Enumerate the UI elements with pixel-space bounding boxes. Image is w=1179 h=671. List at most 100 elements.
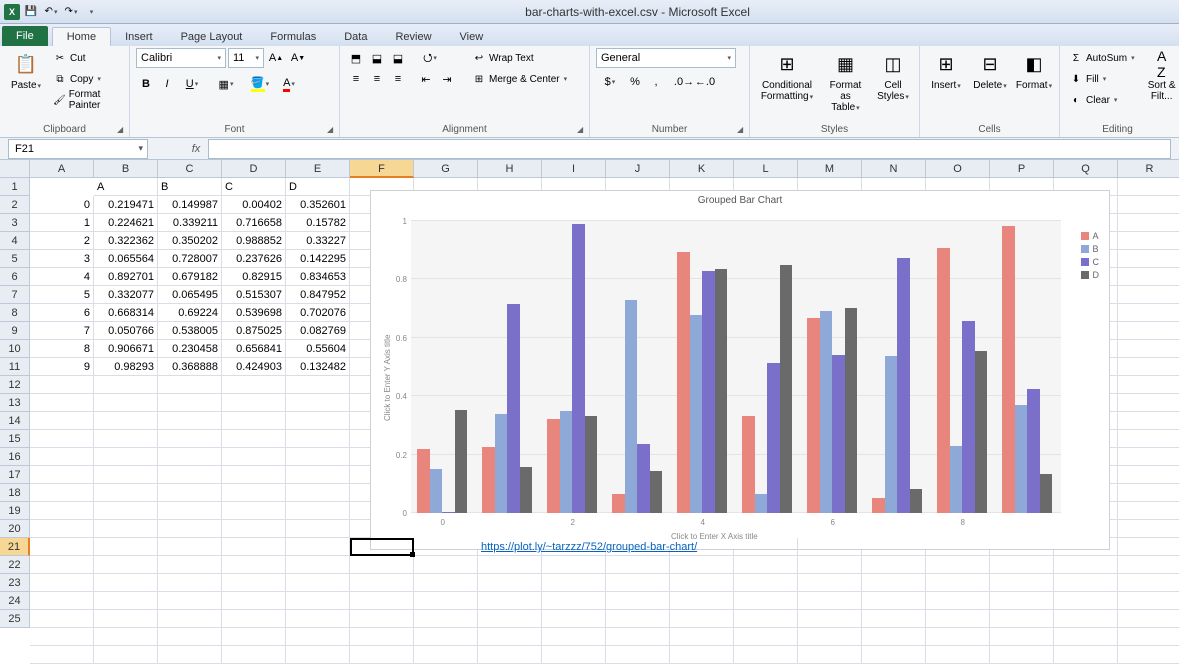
cell[interactable]: 3: [30, 250, 94, 268]
font-size-combo[interactable]: 11▾: [228, 48, 264, 68]
save-icon[interactable]: 💾: [22, 3, 40, 21]
cell[interactable]: [1118, 502, 1179, 520]
column-header[interactable]: J: [606, 160, 670, 178]
row-header[interactable]: 21: [0, 538, 30, 556]
row-header[interactable]: 17: [0, 466, 30, 484]
cell[interactable]: [1054, 574, 1118, 592]
cell[interactable]: 0: [30, 196, 94, 214]
cell[interactable]: [478, 574, 542, 592]
row-header[interactable]: 10: [0, 340, 30, 358]
cell[interactable]: [926, 574, 990, 592]
cell[interactable]: 0.332077: [94, 286, 158, 304]
accounting-button[interactable]: $▾: [596, 72, 624, 92]
cell[interactable]: 0.33227: [286, 232, 350, 250]
tab-file[interactable]: File: [2, 26, 48, 46]
cell[interactable]: [990, 646, 1054, 664]
cell[interactable]: 0.237626: [222, 250, 286, 268]
cell[interactable]: [1118, 214, 1179, 232]
cell[interactable]: [1118, 448, 1179, 466]
cell[interactable]: [1118, 610, 1179, 628]
cell[interactable]: [606, 628, 670, 646]
column-header[interactable]: O: [926, 160, 990, 178]
cell[interactable]: 0.69224: [158, 304, 222, 322]
cell[interactable]: [798, 610, 862, 628]
cell[interactable]: 0.368888: [158, 358, 222, 376]
cell[interactable]: [414, 646, 478, 664]
cell[interactable]: [286, 556, 350, 574]
increase-decimal-button[interactable]: .0→: [674, 72, 694, 92]
cell[interactable]: [30, 448, 94, 466]
cell[interactable]: [30, 592, 94, 610]
cell[interactable]: [94, 610, 158, 628]
delete-cells-button[interactable]: ⊟Delete▾: [970, 48, 1010, 93]
percent-button[interactable]: %: [625, 72, 645, 92]
row-header[interactable]: 2: [0, 196, 30, 214]
cell[interactable]: 8: [30, 340, 94, 358]
cell[interactable]: [798, 646, 862, 664]
cell[interactable]: [1118, 556, 1179, 574]
cell[interactable]: [542, 610, 606, 628]
cell[interactable]: [222, 412, 286, 430]
cell[interactable]: [30, 520, 94, 538]
cell[interactable]: [1118, 178, 1179, 196]
cell[interactable]: [1118, 412, 1179, 430]
cell[interactable]: [30, 538, 94, 556]
cell[interactable]: 0.702076: [286, 304, 350, 322]
cell[interactable]: [158, 412, 222, 430]
cell[interactable]: 0.82915: [222, 268, 286, 286]
cell[interactable]: [94, 556, 158, 574]
tab-view[interactable]: View: [446, 28, 498, 46]
cell[interactable]: [1118, 538, 1179, 556]
hyperlink-cell[interactable]: https://plot.ly/~tarzzz/752/grouped-bar-…: [478, 538, 798, 556]
cell[interactable]: [990, 610, 1054, 628]
cell[interactable]: [862, 574, 926, 592]
paste-button[interactable]: 📋 Paste▾: [6, 48, 46, 93]
cell[interactable]: [222, 646, 286, 664]
cell[interactable]: [670, 556, 734, 574]
column-header[interactable]: Q: [1054, 160, 1118, 178]
cell[interactable]: [734, 592, 798, 610]
row-header[interactable]: 19: [0, 502, 30, 520]
align-middle-button[interactable]: ⬓: [367, 48, 387, 68]
column-header[interactable]: L: [734, 160, 798, 178]
cell[interactable]: 0.050766: [94, 322, 158, 340]
row-header[interactable]: 23: [0, 574, 30, 592]
cell[interactable]: [222, 484, 286, 502]
cell[interactable]: [350, 556, 414, 574]
format-as-table-button[interactable]: ▦Format as Table▾: [822, 48, 869, 115]
cell[interactable]: [158, 448, 222, 466]
undo-icon[interactable]: ↶▾: [42, 3, 60, 21]
cell[interactable]: [734, 610, 798, 628]
cut-button[interactable]: ✂Cut: [50, 48, 123, 68]
cell[interactable]: 0.538005: [158, 322, 222, 340]
cell[interactable]: [158, 592, 222, 610]
column-header[interactable]: I: [542, 160, 606, 178]
cell[interactable]: 0.98293: [94, 358, 158, 376]
cell[interactable]: [350, 574, 414, 592]
cell[interactable]: [30, 556, 94, 574]
column-header[interactable]: M: [798, 160, 862, 178]
cell[interactable]: 0.679182: [158, 268, 222, 286]
cell[interactable]: [606, 556, 670, 574]
cell[interactable]: 0.352601: [286, 196, 350, 214]
cell[interactable]: 0.15782: [286, 214, 350, 232]
cell[interactable]: [94, 520, 158, 538]
align-center-button[interactable]: ≡: [367, 69, 387, 89]
row-header[interactable]: 6: [0, 268, 30, 286]
row-header[interactable]: 25: [0, 610, 30, 628]
cell[interactable]: [158, 556, 222, 574]
cell[interactable]: 0.847952: [286, 286, 350, 304]
cell[interactable]: [158, 520, 222, 538]
cell[interactable]: D: [286, 178, 350, 196]
cell[interactable]: 0.656841: [222, 340, 286, 358]
cell[interactable]: [734, 646, 798, 664]
font-launcher-icon[interactable]: ◢: [327, 125, 337, 135]
cell[interactable]: 5: [30, 286, 94, 304]
cell[interactable]: [30, 502, 94, 520]
tab-page-layout[interactable]: Page Layout: [167, 28, 257, 46]
cell[interactable]: 7: [30, 322, 94, 340]
cell[interactable]: [222, 538, 286, 556]
cell[interactable]: [990, 592, 1054, 610]
fill-color-button[interactable]: 🪣▾: [246, 74, 274, 94]
align-right-button[interactable]: ≡: [388, 69, 408, 89]
